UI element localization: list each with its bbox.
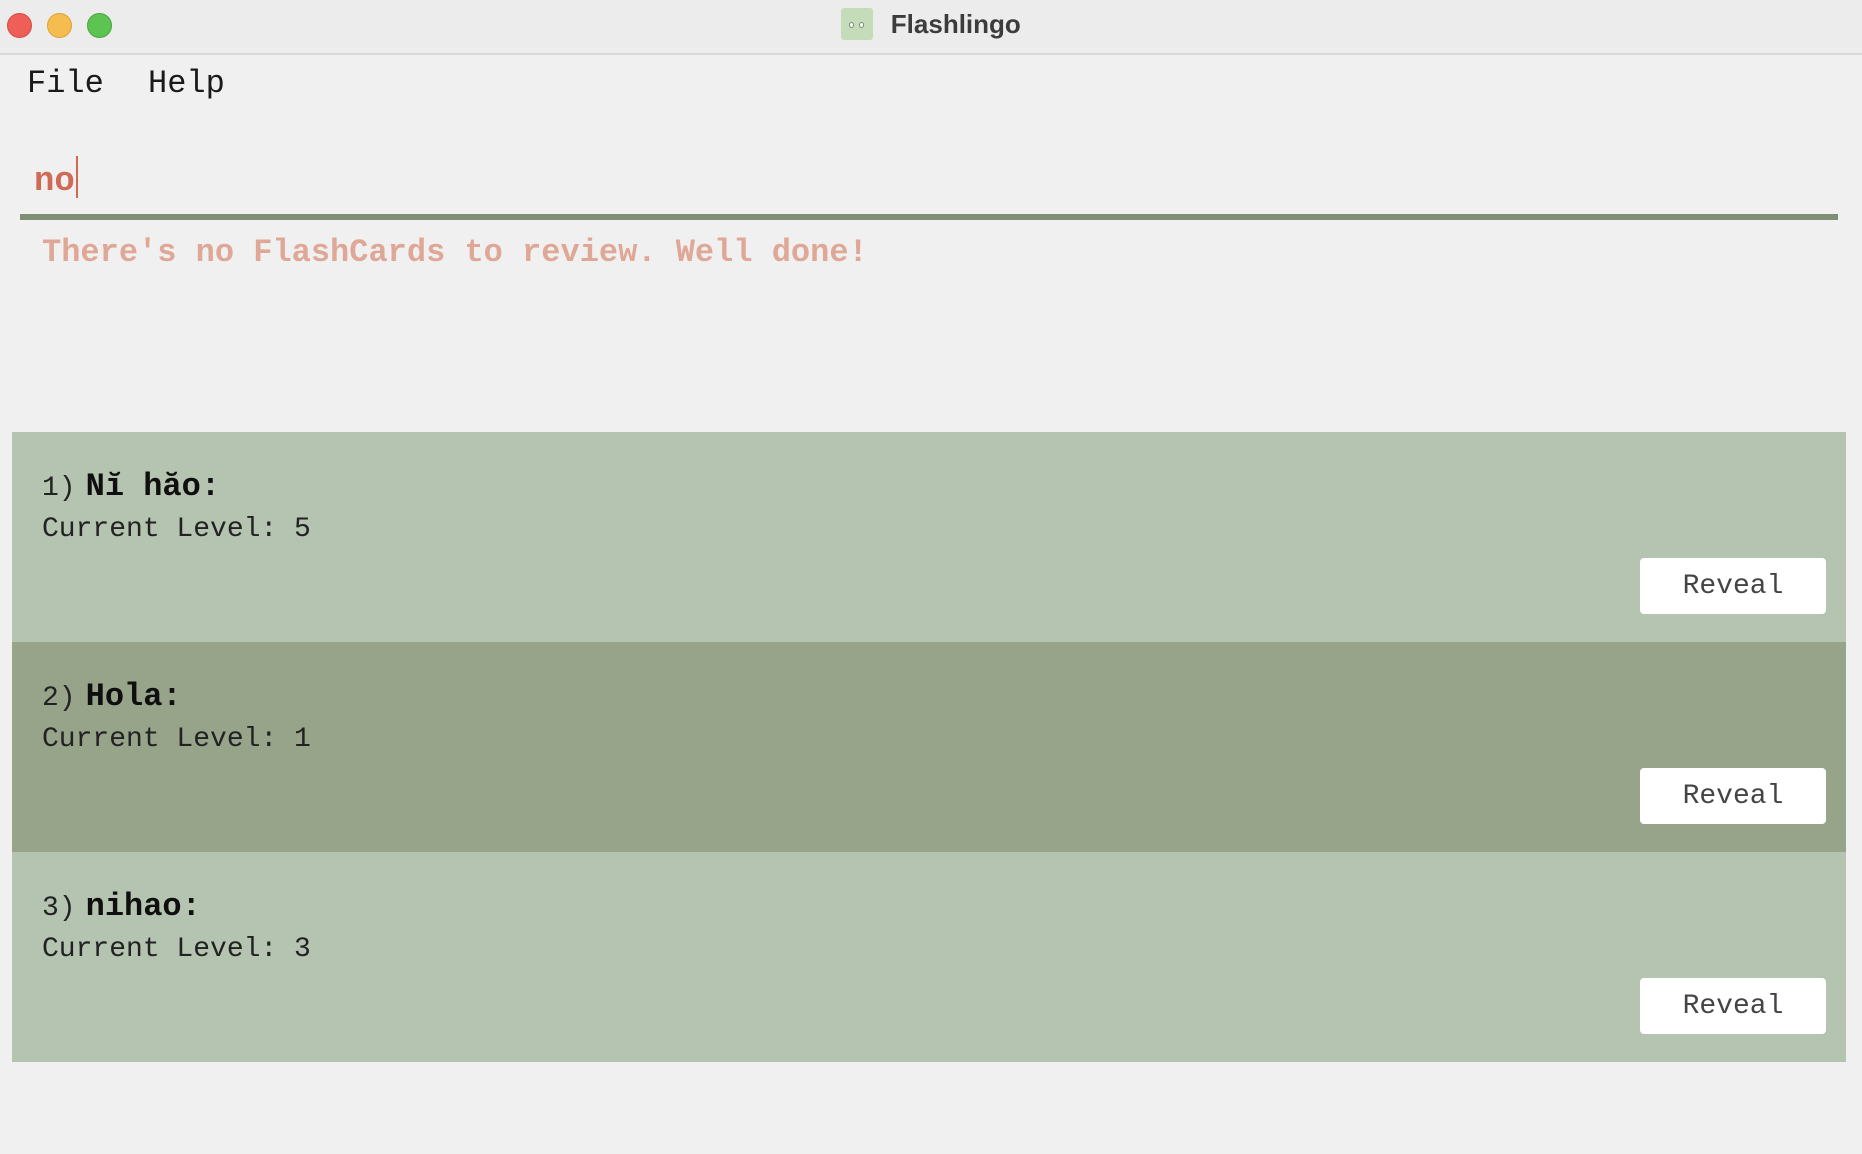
app-icon	[841, 8, 874, 40]
result-display: There's no FlashCards to review. Well do…	[42, 234, 868, 271]
flashcard-list: 1) Nĭ hăo: Current Level: 5 Reveal 2) Hola…	[12, 432, 1846, 1062]
flashcard-level: Current Level: 5	[42, 514, 311, 545]
window-title: Flashlingo	[890, 8, 1021, 39]
menu-file[interactable]: File	[27, 65, 104, 102]
menu-help[interactable]: Help	[148, 65, 225, 102]
command-input[interactable]: no	[34, 156, 78, 201]
flashcard-index: 3)	[42, 893, 76, 924]
flashcard-header: 3) nihao:	[42, 888, 201, 925]
command-input-text: no	[34, 163, 75, 201]
reveal-button[interactable]: Reveal	[1640, 558, 1826, 614]
text-caret	[75, 156, 78, 198]
menu-bar: File Help	[0, 57, 1862, 111]
flashcard-item: 1) Nĭ hăo: Current Level: 5 Reveal	[12, 432, 1846, 642]
reveal-button[interactable]: Reveal	[1640, 978, 1826, 1034]
flashcard-level: Current Level: 3	[42, 934, 311, 965]
window-title-group: Flashlingo	[0, 8, 1862, 44]
flashcard-word: nihao:	[85, 888, 201, 925]
flashcard-word: Nĭ hăo:	[85, 468, 221, 505]
flashcard-header: 2) Hola:	[42, 678, 182, 715]
app-icon-eye-left	[849, 22, 855, 28]
flashcard-header: 1) Nĭ hăo:	[42, 468, 220, 505]
flashcard-word: Hola:	[85, 678, 182, 715]
flashcard-index: 2)	[42, 683, 76, 714]
command-box[interactable]: no	[20, 144, 1838, 220]
flashcard-item: 3) nihao: Current Level: 3 Reveal	[12, 852, 1846, 1062]
title-bar: Flashlingo	[0, 0, 1862, 55]
flashcard-level: Current Level: 1	[42, 724, 311, 755]
reveal-button[interactable]: Reveal	[1640, 768, 1826, 824]
app-icon-eye-right	[859, 22, 865, 28]
flashcard-item: 2) Hola: Current Level: 1 Reveal	[12, 642, 1846, 852]
app-window: Flashlingo File Help no There's no Flash…	[0, 0, 1862, 1154]
flashcard-index: 1)	[42, 473, 76, 504]
